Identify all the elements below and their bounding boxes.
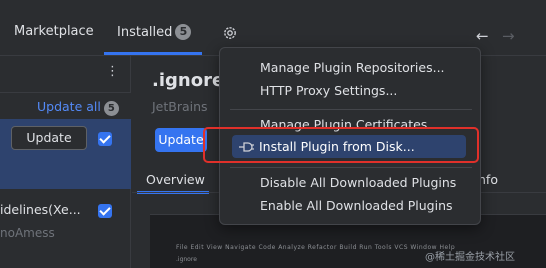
preview-path-text: .ignore — [176, 256, 197, 263]
tab-marketplace[interactable]: Marketplace — [14, 24, 94, 39]
plugin-vendor: noAmess — [0, 226, 55, 240]
plugin-enabled-checkbox[interactable] — [98, 204, 112, 218]
detail-update-button[interactable]: Update — [155, 128, 207, 152]
menu-item-http-proxy[interactable]: HTTP Proxy Settings... — [260, 83, 397, 98]
tab-installed[interactable]: Installed 5 — [117, 24, 192, 40]
plugin-title: .ignore — [152, 70, 225, 91]
menu-item-disable-downloaded[interactable]: Disable All Downloaded Plugins — [260, 175, 456, 190]
menu-item-manage-repositories[interactable]: Manage Plugin Repositories... — [260, 60, 445, 75]
update-count-badge: 5 — [103, 101, 119, 116]
update-all-label: Update all — [37, 99, 101, 114]
update-all-row: Update all 5 — [0, 92, 131, 119]
installed-count-badge: 5 — [175, 24, 192, 40]
forward-arrow-icon[interactable]: → — [502, 27, 515, 45]
plugin-enabled-checkbox[interactable] — [98, 132, 112, 146]
gear-icon[interactable] — [222, 25, 238, 41]
menu-item-enable-downloaded[interactable]: Enable All Downloaded Plugins — [260, 198, 453, 213]
menu-separator — [230, 109, 472, 110]
annotation-highlight-box — [203, 127, 479, 163]
preview-menubar-text: File Edit View Navigate Code Analyze Ref… — [176, 244, 456, 251]
plugin-list-panel: ⋮ Update all 5 Update idelines(Xe... noAm… — [0, 56, 131, 268]
menu-separator — [230, 167, 472, 168]
tab-installed-label: Installed — [117, 25, 173, 40]
back-arrow-icon[interactable]: ← — [476, 27, 489, 45]
plugin-update-button[interactable]: Update — [11, 126, 87, 150]
kebab-menu-icon[interactable]: ⋮ — [106, 64, 119, 79]
tab-overview[interactable]: Overview — [146, 172, 205, 187]
watermark: @稀土掘金技术社区 — [425, 252, 515, 263]
plugin-name: idelines(Xe... — [0, 202, 81, 217]
plugin-vendor-label: JetBrains — [152, 99, 208, 114]
update-all-link[interactable]: Update all 5 — [37, 99, 119, 116]
